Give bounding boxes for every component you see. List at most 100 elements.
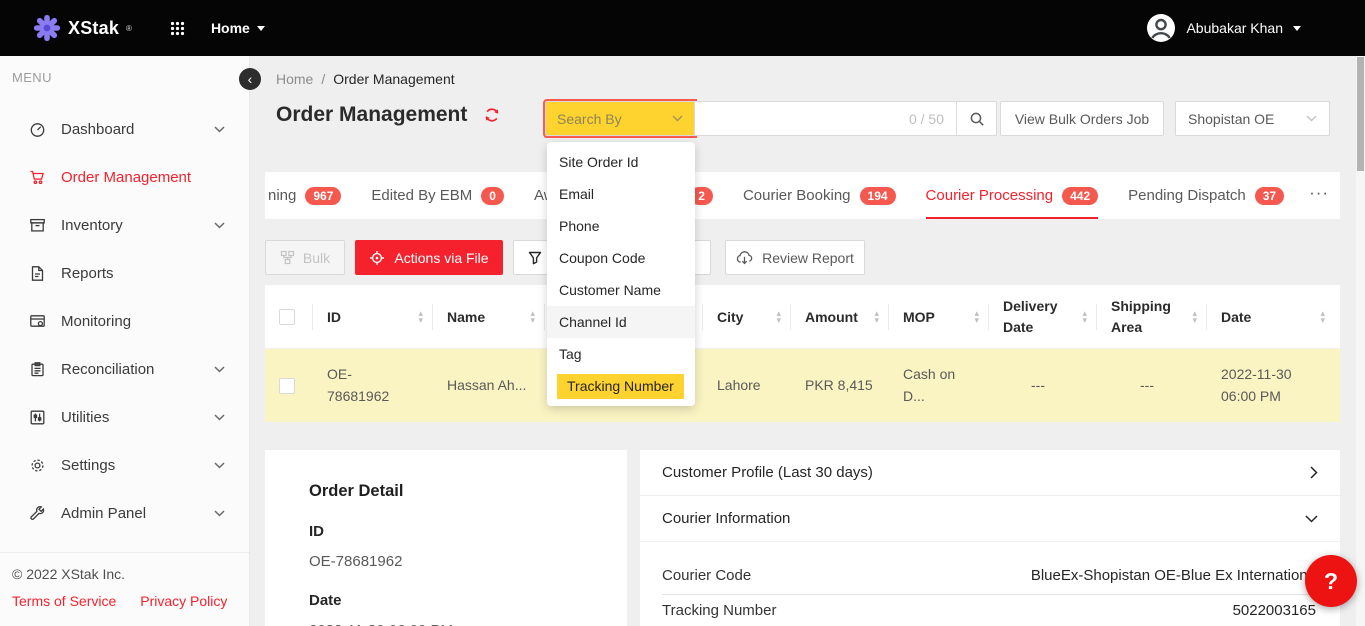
dropdown-option-phone[interactable]: Phone [547,210,695,242]
nav-home-label: Home [211,20,250,36]
privacy-policy-link[interactable]: Privacy Policy [140,593,227,609]
tab-edited-by-ebm[interactable]: Edited By EBM0 [371,172,504,219]
sidebar-item-monitoring[interactable]: Monitoring [0,297,249,345]
cell-city: Lahore [703,375,791,397]
brand-name: XStak [68,18,119,39]
report-file-icon [28,265,46,282]
chevron-down-icon [257,26,265,31]
breadcrumb-home[interactable]: Home [276,71,313,87]
tab-running[interactable]: ning967 [268,172,341,219]
sort-icon: ▴▾ [770,310,781,324]
chevron-down-icon [214,510,225,517]
column-header-amount[interactable]: Amount▴▾ [791,285,889,348]
cell-name: Hassan Ah... [433,375,545,397]
column-header-shipping-area[interactable]: Shipping Area▴▾ [1097,285,1207,348]
cell-delivery-date: --- [989,375,1097,397]
customer-profile-accordion[interactable]: Customer Profile (Last 30 days) [640,450,1340,496]
back-button[interactable]: ‹ [239,68,261,90]
chevron-down-icon [214,414,225,421]
cell-amount: PKR 8,415 [791,375,889,397]
courier-code-value: BlueEx-Shopistan OE-Blue Ex Internationa [1031,567,1316,584]
xstak-logo-icon [33,14,61,42]
cell-shipping-area: --- [1097,375,1207,397]
nav-home-menu[interactable]: Home [211,20,265,36]
table-row[interactable]: OE-78681962 Hassan Ah... Lahore PKR 8,41… [265,349,1340,422]
brand-logo[interactable]: XStak ® [33,14,132,42]
inventory-icon [28,217,46,234]
select-all-checkbox[interactable] [279,309,295,325]
dropdown-option-coupon-code[interactable]: Coupon Code [547,242,695,274]
column-header-id[interactable]: ID▴▾ [313,285,433,348]
sidebar-item-settings[interactable]: Settings [0,441,249,489]
funnel-icon [527,250,543,266]
tracking-number-row: Tracking Number 5022003165 [662,595,1316,626]
cell-id: OE-78681962 [313,364,433,407]
dropdown-option-tracking-number[interactable]: Tracking Number [547,370,695,402]
courier-information-accordion[interactable]: Courier Information [640,496,1340,542]
dropdown-option-site-order-id[interactable]: Site Order Id [547,146,695,178]
chevron-down-icon [214,366,225,373]
bulk-button[interactable]: Bulk [265,240,345,275]
main-content: Home/Order Management Order Management S… [250,56,1365,626]
view-bulk-orders-button[interactable]: View Bulk Orders Job [1000,101,1164,136]
store-select[interactable]: Shopistan OE [1175,101,1330,136]
sidebar-item-admin-panel[interactable]: Admin Panel [0,489,249,537]
tab-courier-booking[interactable]: Courier Booking194 [743,172,896,219]
brand-trademark: ® [126,24,132,33]
cart-icon [28,169,46,186]
sidebar-item-order-management[interactable]: Order Management [0,153,249,201]
refresh-icon[interactable] [483,106,501,124]
page-title: Order Management [276,103,467,127]
row-checkbox[interactable] [279,378,295,394]
sidebar-item-utilities[interactable]: Utilities [0,393,249,441]
dropdown-option-email[interactable]: Email [547,178,695,210]
sort-icon: ▴▾ [524,310,535,324]
more-tabs-button[interactable]: ··· [1299,172,1340,219]
chevron-down-icon [214,462,225,469]
dropdown-option-channel-id[interactable]: Channel Id [547,306,695,338]
cell-date: 2022-11-30 06:00 PM [1207,364,1335,407]
sort-icon: ▴▾ [1076,310,1087,324]
breadcrumb-current: Order Management [333,71,454,87]
courier-code-row: Courier Code BlueEx-Shopistan OE-Blue Ex… [662,560,1316,595]
tab-courier-processing[interactable]: Courier Processing442 [926,172,1099,219]
order-date-value: 2022-11-30 06:00 PM [309,622,607,626]
dropdown-option-tag[interactable]: Tag [547,338,695,370]
review-report-button[interactable]: Review Report [725,240,865,275]
row-checkbox-cell [265,378,313,394]
search-group: Search By 0 / 50 [545,101,997,136]
search-by-select[interactable]: Search By [545,101,695,136]
sidebar-item-dashboard[interactable]: Dashboard [0,105,249,153]
dropdown-option-customer-name[interactable]: Customer Name [547,274,695,306]
sidebar-item-reconciliation[interactable]: Reconciliation [0,345,249,393]
user-menu[interactable]: Abubakar Khan [1146,13,1301,43]
chevron-down-icon [1293,26,1301,31]
column-header-mop[interactable]: MOP▴▾ [889,285,989,348]
column-header-date[interactable]: Date▴▾ [1207,285,1335,348]
sidebar-item-reports[interactable]: Reports [0,249,249,297]
app-grid-icon[interactable] [170,21,185,36]
sliders-icon [28,409,46,426]
dashboard-icon [28,121,46,138]
char-counter: 0 / 50 [909,111,944,127]
cloud-download-icon [736,250,753,265]
search-button[interactable] [957,101,997,136]
chevron-down-icon [1305,515,1318,523]
tab-count-badge: 194 [860,187,896,205]
order-date-label: Date [309,592,607,609]
monitoring-icon [28,313,46,330]
tab-pending-dispatch[interactable]: Pending Dispatch37 [1128,172,1284,219]
sort-icon: ▴▾ [1314,310,1325,324]
order-id-value: OE-78681962 [309,553,607,570]
help-button[interactable]: ? [1305,555,1357,607]
actions-via-file-button[interactable]: Actions via File [355,240,503,275]
search-by-dropdown: Site Order Id Email Phone Coupon Code Cu… [547,142,695,406]
column-header-city[interactable]: City▴▾ [703,285,791,348]
scrollbar-thumb[interactable] [1357,57,1364,171]
terms-of-service-link[interactable]: Terms of Service [12,593,116,609]
sidebar-item-inventory[interactable]: Inventory [0,201,249,249]
chevron-down-icon [214,126,225,133]
column-header-delivery-date[interactable]: Delivery Date▴▾ [989,285,1097,348]
search-input[interactable]: 0 / 50 [695,101,957,136]
column-header-name[interactable]: Name▴▾ [433,285,545,348]
